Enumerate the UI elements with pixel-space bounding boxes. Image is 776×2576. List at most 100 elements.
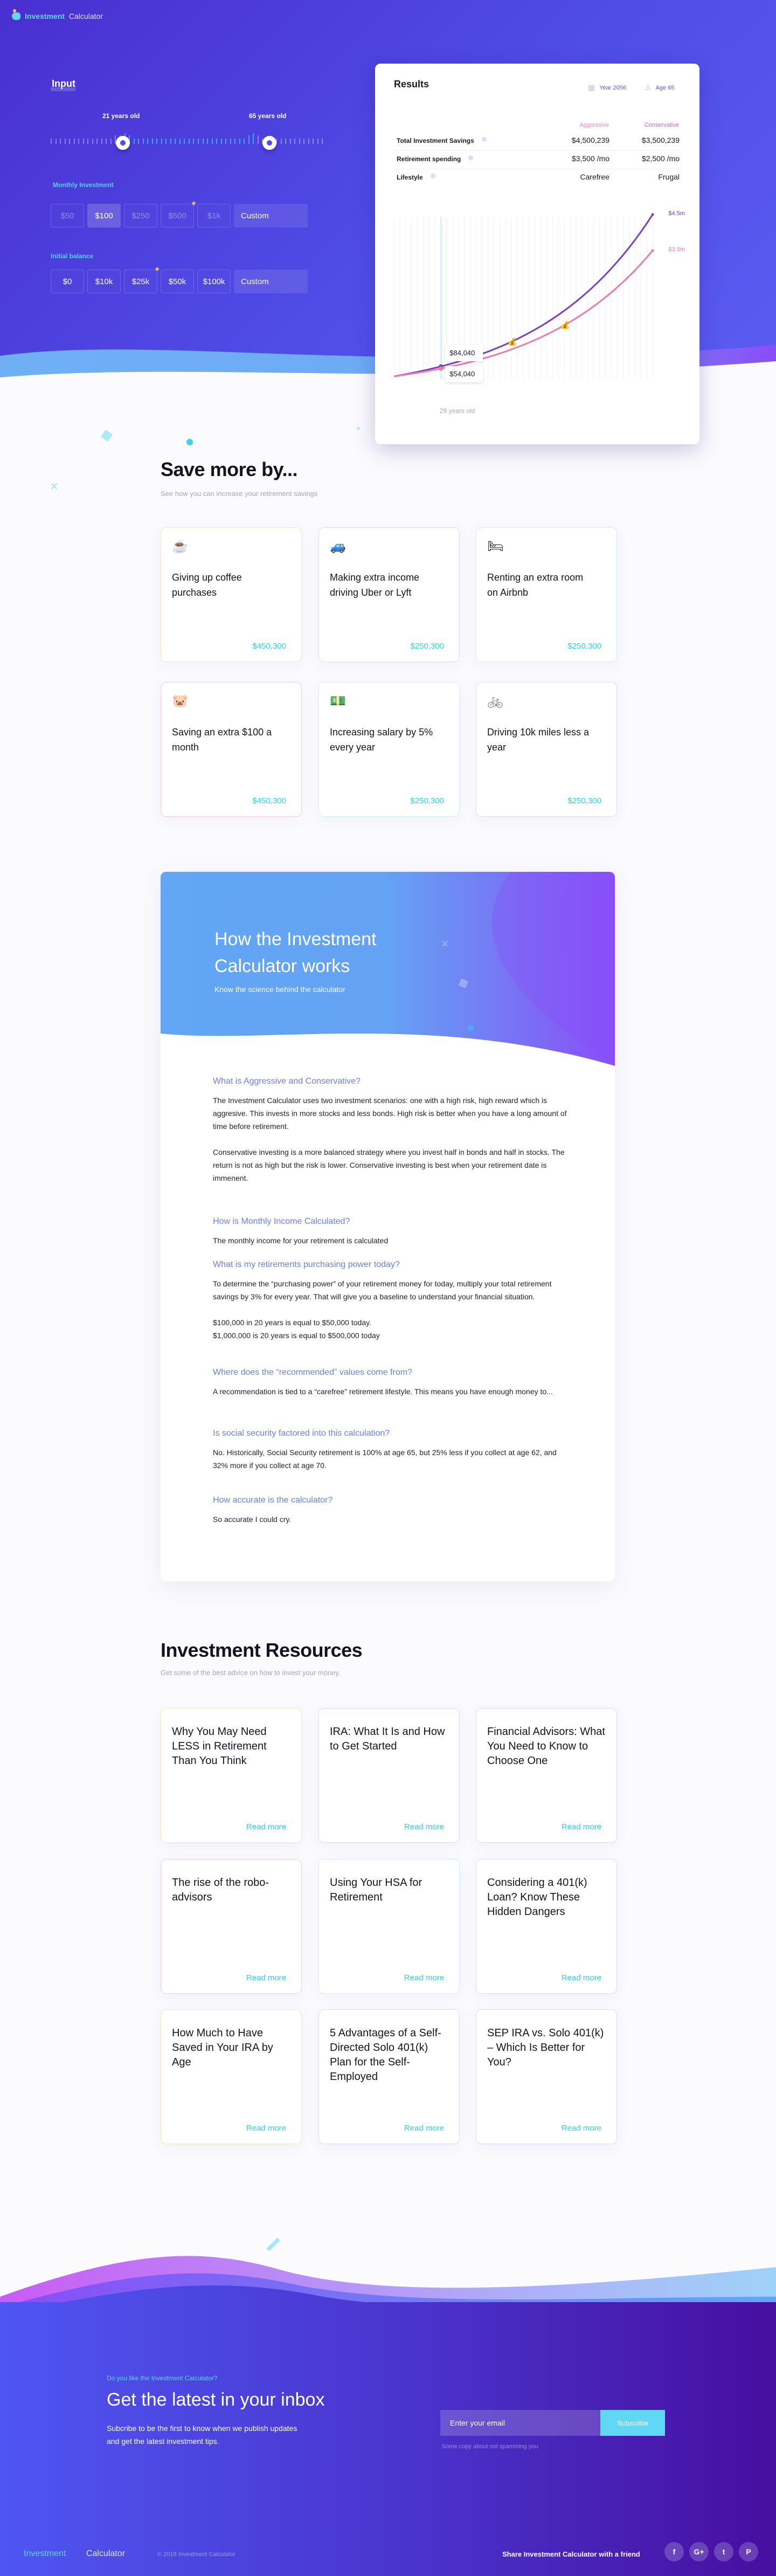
faq-question: Where does the “recommended” values come…	[213, 1368, 412, 1377]
slider-tick	[110, 139, 112, 144]
newsletter-title: Get the latest in your inbox	[107, 2389, 325, 2410]
recommended-star-icon: ★	[191, 199, 197, 207]
how-it-works-card: ✕ How the Investment Calculator works Kn…	[161, 872, 615, 1581]
info-icon[interactable]	[468, 155, 474, 160]
balance-option-50k[interactable]: $50k	[161, 270, 194, 293]
start-age-slider-handle[interactable]	[116, 136, 130, 150]
faq-question: Is social security factored into this ca…	[213, 1429, 390, 1438]
read-more-link[interactable]: Read more	[404, 1973, 444, 1982]
slider-tick	[239, 139, 240, 144]
balance-option-10k[interactable]: $10k	[87, 270, 121, 293]
footer-logo-secondary[interactable]: Calculator	[86, 2549, 125, 2559]
hover-point-conservative	[439, 366, 444, 371]
resource-title: SEP IRA vs. Solo 401(k) – Which Is Bette…	[487, 2027, 604, 2068]
slider-tick	[151, 139, 153, 144]
resource-card[interactable]: Why You May Need LESS in Retirement Than…	[161, 1708, 302, 1843]
save-more-card[interactable]: 💵 Increasing salary by 5% every year $250,…	[318, 682, 460, 817]
faq-answer: A recommendation is tied to a “carefree”…	[213, 1387, 553, 1396]
monthly-option-1k[interactable]: $1k	[197, 204, 231, 228]
resource-card[interactable]: 5 Advantages of a Self-Directed Solo 401…	[318, 2009, 460, 2144]
slider-tick	[285, 139, 287, 144]
save-more-title: Save more by...	[161, 458, 297, 480]
footer-logo-primary[interactable]: Investment	[24, 2549, 66, 2559]
resource-card[interactable]: Using Your HSA for Retirement Read more	[318, 1859, 460, 1994]
age-range-slider-track[interactable]	[51, 132, 323, 144]
bicycle-icon: 🚲	[487, 694, 503, 708]
coffee-icon: ☕	[172, 539, 188, 554]
read-more-link[interactable]: Read more	[562, 2124, 601, 2133]
read-more-link[interactable]: Read more	[562, 1973, 601, 1982]
slider-tick	[220, 139, 222, 144]
slider-tick	[230, 139, 231, 144]
monthly-investment-label: Monthly Investment	[53, 181, 114, 189]
savings-growth-chart[interactable]: 💰 💰 $4.5m $3.5m $84,040 $54,040	[394, 209, 685, 392]
facebook-icon[interactable]: f	[664, 2542, 684, 2561]
money-icon: 💵	[330, 694, 346, 708]
resource-title: IRA: What It Is and How to Get Started	[330, 1726, 445, 1752]
twitter-icon[interactable]: t	[714, 2542, 733, 2561]
resource-card[interactable]: IRA: What It Is and How to Get Started Re…	[318, 1708, 460, 1843]
save-more-card[interactable]: 🚙 Making extra income driving Uber or Lyf…	[318, 527, 460, 662]
balance-option-100k[interactable]: $100k	[197, 270, 231, 293]
resource-card[interactable]: Considering a 401(k) Loan? Know These Hi…	[476, 1859, 617, 1994]
subscribe-button[interactable]: Subscribe	[600, 2410, 665, 2436]
faq-answer: The monthly income for your retirement i…	[213, 1236, 389, 1245]
card-title: Driving 10k miles less a year	[487, 727, 590, 753]
end-age-slider-handle[interactable]	[262, 136, 276, 150]
balance-option-25k[interactable]: $25k ★	[124, 265, 160, 293]
slider-tick	[308, 139, 309, 144]
read-more-link[interactable]: Read more	[246, 1973, 286, 1982]
email-input[interactable]	[440, 2410, 600, 2436]
read-more-link[interactable]: Read more	[246, 1822, 286, 1831]
conservative-end-label: $3.5m	[668, 246, 685, 253]
balance-custom-input[interactable]: Custom	[234, 270, 308, 293]
how-it-works-header: ✕ How the Investment Calculator works Kn…	[161, 872, 615, 1071]
confetti-cross: ✕	[50, 481, 59, 493]
faq-answer: No. Historically, Social Security retire…	[213, 1448, 557, 1470]
resource-title: 5 Advantages of a Self-Directed Solo 401…	[330, 2027, 441, 2083]
aggressive-value: Carefree	[580, 173, 609, 181]
slider-tick	[188, 139, 190, 144]
slider-tick	[82, 139, 84, 144]
header-logo[interactable]: Investment Calculator	[12, 9, 103, 20]
car-icon: 🚙	[330, 539, 346, 554]
resource-card[interactable]: How Much to Have Saved in Your IRA by Ag…	[161, 2009, 302, 2144]
resource-title: How Much to Have Saved in Your IRA by Ag…	[172, 2027, 273, 2068]
card-value: $450,300	[252, 796, 286, 805]
slider-tick	[170, 139, 171, 144]
social-links: f G+ t P	[664, 2542, 758, 2561]
read-more-link[interactable]: Read more	[404, 2124, 444, 2133]
save-more-card[interactable]: 🚲 Driving 10k miles less a year $250,300	[476, 682, 617, 817]
google-plus-icon[interactable]: G+	[689, 2542, 709, 2561]
resource-card[interactable]: Financial Advisors: What You Need to Kno…	[476, 1708, 617, 1843]
save-more-card[interactable]: 🐷 Saving an extra $100 a month $450,300	[161, 682, 302, 817]
slider-tick	[303, 139, 305, 144]
results-title: Results	[392, 79, 429, 92]
slider-tick	[317, 139, 318, 144]
save-more-card[interactable]: ☕ Giving up coffee purchases $450,300	[161, 527, 302, 662]
start-age-label: 21 years old	[102, 112, 140, 120]
monthly-custom-input[interactable]: Custom	[234, 204, 308, 228]
balance-option-0[interactable]: $0	[51, 270, 84, 293]
read-more-link[interactable]: Read more	[246, 2124, 286, 2133]
resource-card[interactable]: The rise of the robo-advisors Read more	[161, 1859, 302, 1994]
faq-question: What is my retirements purchasing power …	[213, 1260, 400, 1269]
balance-option-25k-label: $25k	[131, 277, 150, 286]
monthly-option-500[interactable]: $500 ★	[161, 199, 197, 228]
info-icon[interactable]	[430, 174, 435, 178]
pinterest-icon[interactable]: P	[739, 2542, 758, 2561]
read-more-link[interactable]: Read more	[404, 1822, 444, 1831]
slider-tick	[133, 139, 135, 144]
save-more-card[interactable]: 🛏 Renting an extra room on Airbnb $250,300	[476, 527, 617, 662]
monthly-option-250[interactable]: $250	[124, 204, 157, 228]
info-icon[interactable]	[481, 137, 487, 142]
aggressive-end-label: $4.5m	[668, 210, 685, 217]
read-more-link[interactable]: Read more	[562, 1822, 601, 1831]
faq-item: How is Monthly Income Calculated? The mon…	[213, 1217, 569, 1247]
monthly-option-50[interactable]: $50	[51, 204, 84, 228]
how-it-works-title: How the Investment Calculator works	[214, 929, 377, 976]
monthly-option-100[interactable]: $100	[87, 204, 121, 228]
slider-tick	[202, 139, 204, 144]
resource-title: The rise of the robo-advisors	[172, 1877, 269, 1903]
resource-card[interactable]: SEP IRA vs. Solo 401(k) – Which Is Bette…	[476, 2009, 617, 2144]
